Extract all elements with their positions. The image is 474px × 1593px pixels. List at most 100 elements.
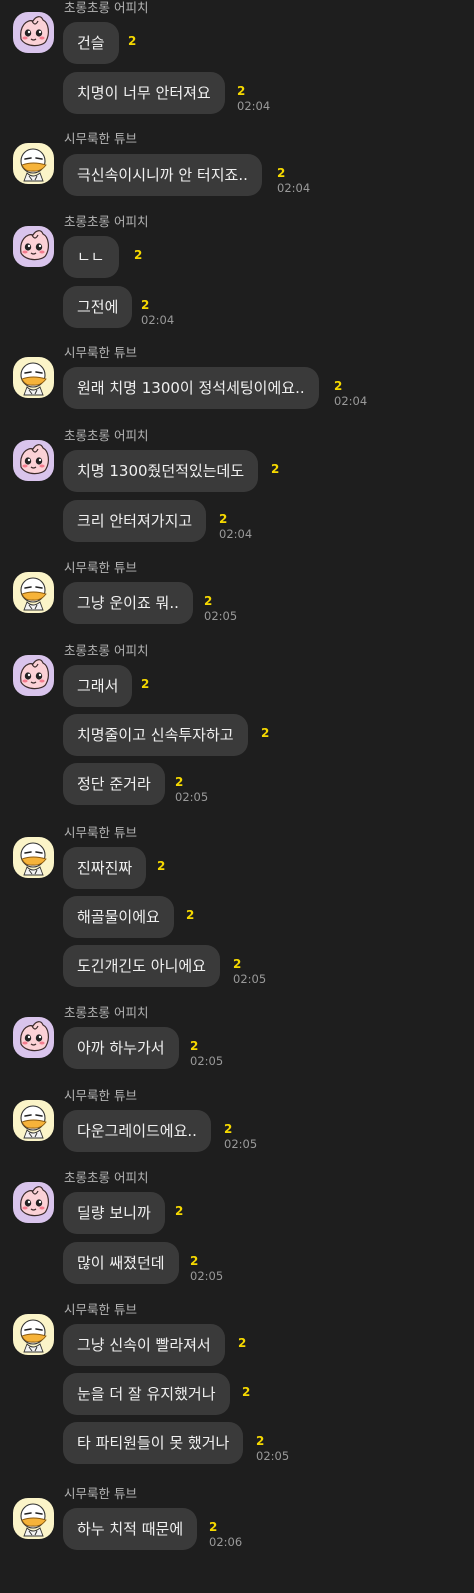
message-bubble[interactable]: 눈을 더 잘 유지했거나 xyxy=(63,1373,230,1415)
tube-duck-avatar-icon xyxy=(13,572,54,613)
sender-avatar[interactable] xyxy=(13,1498,54,1539)
message-timestamp: 02:04 xyxy=(141,313,175,327)
message-timestamp: 02:05 xyxy=(204,609,238,623)
sender-avatar[interactable] xyxy=(13,440,54,481)
sender-name: 시무룩한 튜브 xyxy=(64,1302,137,1317)
unread-count: 2 xyxy=(237,84,246,98)
sender-avatar[interactable] xyxy=(13,1314,54,1355)
unread-count: 2 xyxy=(175,775,184,789)
message-group: 초롱초롱 어피치 치명 1300줬던적있는데도 2 크리 안터져가지고 2 02:04 xyxy=(0,428,474,542)
message-group: 초롱초롱 어피치 그래서 2 치명줄이고 신속투자하고 2 정단 준거라 2 02:05 xyxy=(0,643,474,805)
message-timestamp: 02:05 xyxy=(233,972,267,986)
sender-avatar[interactable] xyxy=(13,1100,54,1141)
message-bubble[interactable]: 도긴개긴도 아니에요 xyxy=(63,945,220,987)
sender-name: 시무룩한 튜브 xyxy=(64,131,137,146)
message-bubble[interactable]: 그래서 xyxy=(63,665,133,707)
unread-count: 2 xyxy=(190,1254,199,1268)
sender-name: 시무룩한 튜브 xyxy=(64,560,137,575)
message-group: 초롱초롱 어피치 건슬 2 치명이 너무 안터져요 2 02:04 xyxy=(0,0,474,114)
message-bubble[interactable]: 아까 하누가서 xyxy=(63,1027,179,1069)
unread-count: 2 xyxy=(233,957,242,971)
message-group: 시무룩한 튜브 그냥 신속이 빨라져서 2 눈을 더 잘 유지했거나 2 타 파티원들이 … xyxy=(0,1302,474,1464)
message-bubble[interactable]: 하누 치적 때문에 xyxy=(63,1508,198,1550)
message-bubble[interactable]: 건슬 xyxy=(63,22,119,64)
message-timestamp: 02:05 xyxy=(190,1269,224,1283)
sender-avatar[interactable] xyxy=(13,357,54,398)
message-timestamp: 02:05 xyxy=(175,790,209,804)
message-timestamp: 02:04 xyxy=(219,527,253,541)
unread-count: 2 xyxy=(224,1122,233,1136)
message-bubble[interactable]: 정단 준거라 xyxy=(63,763,165,805)
sender-avatar[interactable] xyxy=(13,226,54,267)
message-bubble[interactable]: 타 파티원들이 못 했거나 xyxy=(63,1422,244,1464)
apeach-avatar-icon xyxy=(13,1182,54,1223)
message-timestamp: 02:04 xyxy=(334,394,368,408)
message-bubble[interactable]: 극신속이시니까 안 터지죠.. xyxy=(63,154,262,196)
sender-name: 시무룩한 튜브 xyxy=(64,1486,137,1501)
sender-name: 시무룩한 튜브 xyxy=(64,345,137,360)
unread-count: 2 xyxy=(175,1204,184,1218)
message-timestamp: 02:05 xyxy=(256,1449,290,1463)
sender-avatar[interactable] xyxy=(13,655,54,696)
message-bubble[interactable]: 그냥 신속이 빨라져서 xyxy=(63,1324,225,1366)
message-bubble[interactable]: 원래 치명 1300이 정석세팅이에요.. xyxy=(63,367,319,409)
sender-avatar[interactable] xyxy=(13,143,54,184)
tube-duck-avatar-icon xyxy=(13,837,54,878)
message-bubble[interactable]: 치명이 너무 안터져요 xyxy=(63,72,225,114)
message-bubble[interactable]: ㄴㄴ xyxy=(63,236,119,278)
sender-name: 시무룩한 튜브 xyxy=(64,825,137,840)
tube-duck-avatar-icon xyxy=(13,143,54,184)
unread-count: 2 xyxy=(141,677,150,691)
message-bubble[interactable]: 크리 안터져가지고 xyxy=(63,500,207,542)
apeach-avatar-icon xyxy=(13,226,54,267)
message-group: 시무룩한 튜브 진짜진짜 2 해골물이에요 2 도긴개긴도 아니에요 2 02:05 xyxy=(0,825,474,987)
message-group: 시무룩한 튜브 그냥 운이죠 뭐.. 2 02:05 xyxy=(0,560,474,624)
chat-room[interactable]: 초롱초롱 어피치 건슬 2 치명이 너무 안터져요 2 02:04 시무룩한 튜브 극신속이… xyxy=(0,0,474,1593)
sender-name: 초롱초롱 어피치 xyxy=(64,1005,149,1020)
message-group: 초롱초롱 어피치아까 하누가서 2 02:05 xyxy=(0,1005,474,1069)
message-timestamp: 02:05 xyxy=(190,1054,224,1068)
message-bubble[interactable]: 치명 1300줬던적있는데도 xyxy=(63,450,259,492)
apeach-avatar-icon xyxy=(13,12,54,53)
message-group: 초롱초롱 어피치 ㄴㄴ 2 그전에 2 02:04 xyxy=(0,214,474,328)
sender-avatar[interactable] xyxy=(13,837,54,878)
message-bubble[interactable]: 그전에 xyxy=(63,286,133,328)
tube-duck-avatar-icon xyxy=(13,1100,54,1141)
message-bubble[interactable]: 다운그레이드에요.. xyxy=(63,1110,211,1152)
unread-count: 2 xyxy=(242,1385,251,1399)
unread-count: 2 xyxy=(277,166,286,180)
message-bubble[interactable]: 해골물이에요 xyxy=(63,896,174,938)
sender-avatar[interactable] xyxy=(13,12,54,53)
sender-name: 초롱초롱 어피치 xyxy=(64,214,149,229)
sender-name: 초롱초롱 어피치 xyxy=(64,643,149,658)
unread-count: 2 xyxy=(190,1039,199,1053)
message-group: 시무룩한 튜브 하누 치적 때문에 2 02:06 xyxy=(0,1486,474,1550)
unread-count: 2 xyxy=(334,379,343,393)
sender-name: 시무룩한 튜브 xyxy=(64,1088,137,1103)
unread-count: 2 xyxy=(261,726,270,740)
apeach-avatar-icon xyxy=(13,440,54,481)
sender-name: 초롱초롱 어피치 xyxy=(64,1170,149,1185)
message-group: 시무룩한 튜브다운그레이드에요.. 2 02:05 xyxy=(0,1088,474,1152)
apeach-avatar-icon xyxy=(13,1017,54,1058)
message-timestamp: 02:06 xyxy=(209,1535,243,1549)
unread-count: 2 xyxy=(186,908,195,922)
message-bubble[interactable]: 진짜진짜 xyxy=(63,847,147,889)
sender-name: 초롱초롱 어피치 xyxy=(64,428,149,443)
tube-duck-avatar-icon xyxy=(13,1314,54,1355)
message-bubble[interactable]: 많이 쌔졌던데 xyxy=(63,1242,179,1284)
message-bubble[interactable]: 딜량 보니까 xyxy=(63,1192,165,1234)
sender-avatar[interactable] xyxy=(13,572,54,613)
sender-name: 초롱초롱 어피치 xyxy=(64,0,149,15)
message-timestamp: 02:04 xyxy=(277,181,311,195)
unread-count: 2 xyxy=(157,859,166,873)
unread-count: 2 xyxy=(271,462,280,476)
message-group: 시무룩한 튜브극신속이시니까 안 터지죠.. 2 02:04 xyxy=(0,131,474,196)
sender-avatar[interactable] xyxy=(13,1182,54,1223)
message-bubble[interactable]: 치명줄이고 신속투자하고 xyxy=(63,714,248,756)
sender-avatar[interactable] xyxy=(13,1017,54,1058)
message-group: 시무룩한 튜브원래 치명 1300이 정석세팅이에요.. 2 02:04 xyxy=(0,345,474,409)
message-group: 초롱초롱 어피치 딜량 보니까 2 많이 쌔졌던데 2 02:05 xyxy=(0,1170,474,1284)
message-bubble[interactable]: 그냥 운이죠 뭐.. xyxy=(63,582,193,624)
message-timestamp: 02:05 xyxy=(224,1137,258,1151)
